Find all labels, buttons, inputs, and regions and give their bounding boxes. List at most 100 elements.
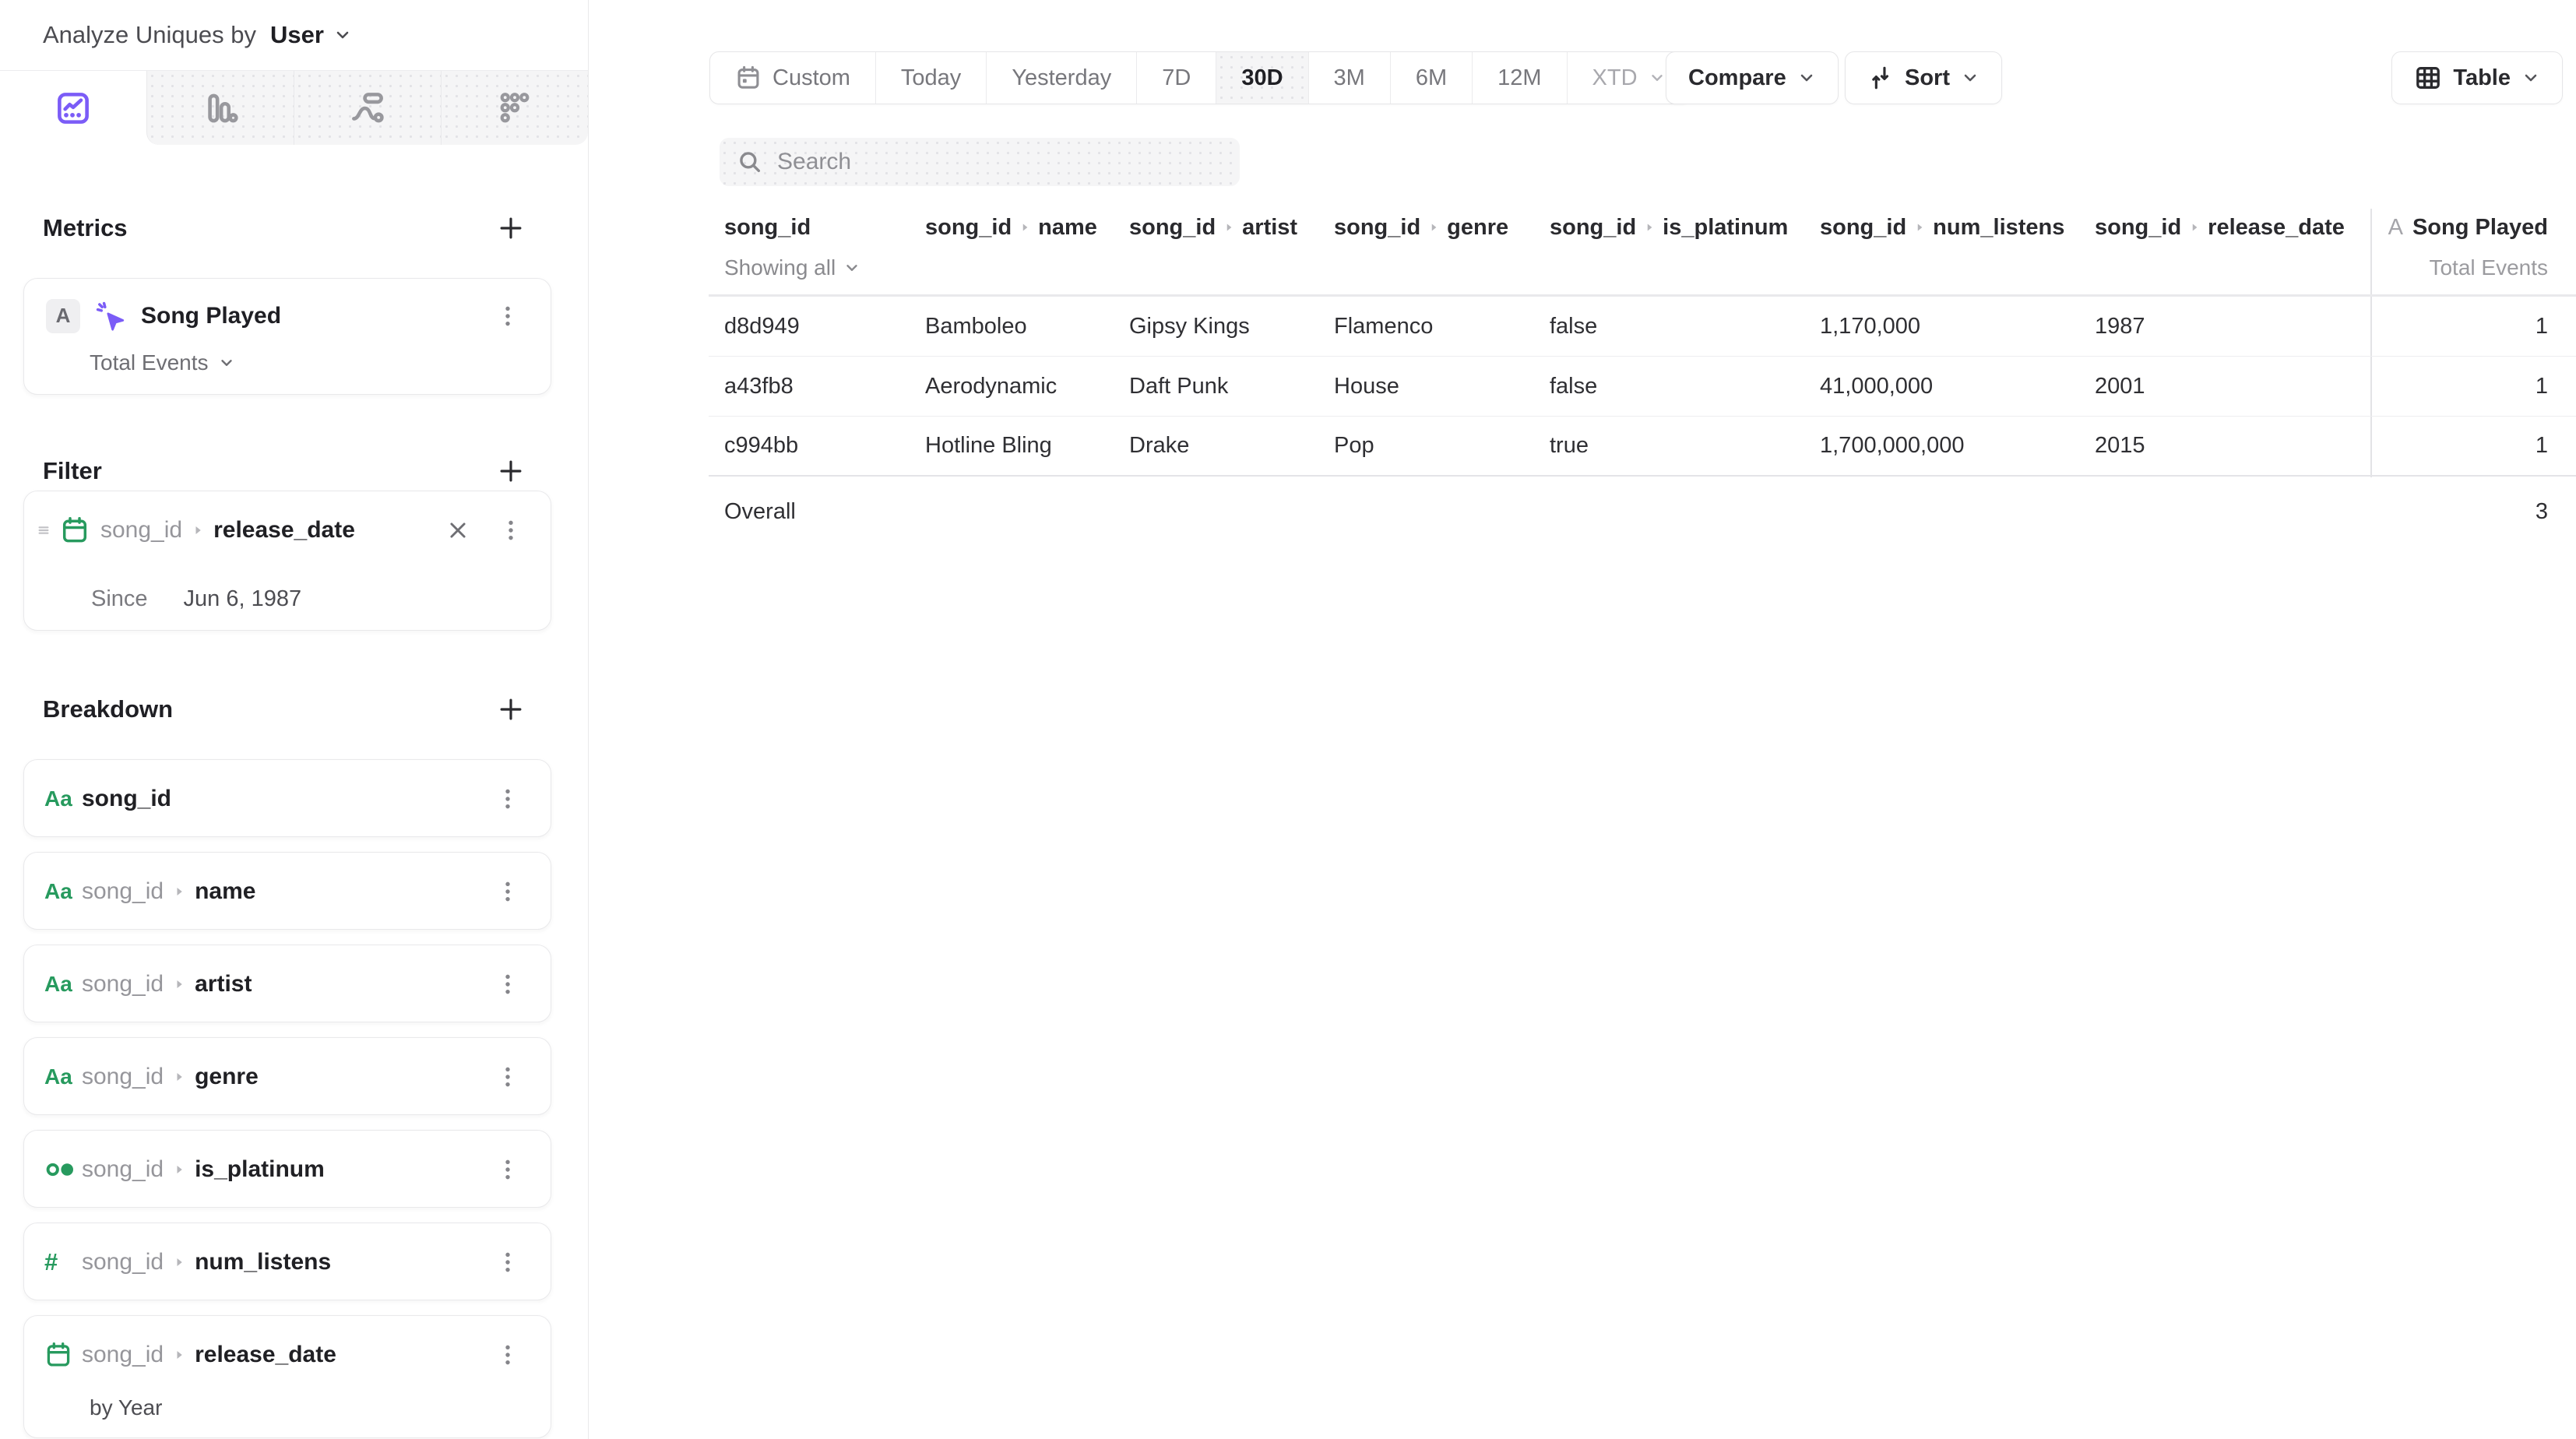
column-header-song-id[interactable]: song_id [724,215,811,241]
breakdown-property-name: song_id [82,786,171,812]
breakdown-kebab-menu[interactable] [494,1342,521,1368]
chevron-down-icon [1797,69,1816,87]
table-row[interactable]: c994bb Hotline Bling Drake Pop true 1,70… [709,417,2576,477]
dots-funnel-icon [497,90,533,126]
filter-card[interactable]: song_id release_date Since Jun 6, 1987 [23,491,551,631]
column-parent: song_id [1334,215,1420,240]
metric-column-badge: A [2388,215,2403,240]
column-parent: song_id [1820,215,1906,240]
cell-song-id: d8d949 [724,297,800,356]
add-metric-button[interactable] [496,213,526,243]
bar-chart-icon [202,90,238,126]
boolean-type-icon [44,1158,82,1181]
metric-card[interactable]: A Song Played Total Events [23,278,551,395]
add-breakdown-button[interactable] [496,695,526,724]
table-row[interactable]: a43fb8 Aerodynamic Daft Punk House false… [709,357,2576,417]
breakdown-card-name[interactable]: Aa song_id name [23,852,551,930]
breakdown-kebab-menu[interactable] [494,1156,521,1183]
breakdown-bucket-setting[interactable]: by Year [90,1395,162,1420]
entity-selector[interactable]: User [270,21,324,49]
filter-operator[interactable]: Since [91,586,148,612]
filter-value[interactable]: Jun 6, 1987 [184,586,302,612]
metric-card-main-row: A Song Played [24,279,551,353]
breakdown-section-header: Breakdown [0,690,588,729]
date-range-custom[interactable]: Custom [710,52,875,104]
date-range-3m[interactable]: 3M [1308,52,1390,104]
metric-column-header[interactable]: ASong Played [2388,215,2548,241]
property-arrow-icon [1913,215,1927,240]
breakdown-kebab-menu[interactable] [494,1249,521,1275]
breakdown-kebab-menu[interactable] [494,971,521,997]
search-input[interactable] [777,149,1223,175]
showing-all-dropdown[interactable]: Showing all [724,255,860,280]
tab-bar-chart[interactable] [146,71,294,145]
metrics-title: Metrics [43,214,128,242]
property-arrow-icon [171,1254,187,1270]
tab-line-chart[interactable] [0,71,146,145]
column-header-artist[interactable]: song_idartist [1129,215,1297,241]
column-header-num-listens[interactable]: song_id num_listens [1820,215,2064,241]
breakdown-kebab-menu[interactable] [494,878,521,905]
tab-flow[interactable] [294,71,441,145]
table-row[interactable]: d8d949 Bamboleo Gipsy Kings Flamenco fal… [709,297,2576,357]
column-header-release-date[interactable]: song_idrelease_date [2095,215,2345,241]
add-filter-button[interactable] [496,456,526,486]
sort-button[interactable]: Sort [1845,51,2002,104]
date-range-6m[interactable]: 6M [1390,52,1472,104]
breakdown-row: Aa song_id name [24,853,551,931]
breakdown-card-release-date[interactable]: song_id release_date by Year [23,1315,551,1438]
table-search[interactable] [720,138,1240,186]
metric-badge: A [46,299,80,333]
breakdown-card-song-id[interactable]: Aa song_id [23,759,551,837]
cell-name: Aerodynamic [925,357,1057,416]
column-header-genre[interactable]: song_idgenre [1334,215,1508,241]
filter-kebab-menu[interactable] [498,517,524,544]
breakdown-kebab-menu[interactable] [494,786,521,812]
filter-title: Filter [43,457,102,485]
breakdown-card-genre[interactable]: Aa song_id genre [23,1037,551,1115]
column-header-is-platinum[interactable]: song_idis_platinum [1550,215,1788,241]
table-overall-row: Overall 3 [709,478,2576,545]
date-range-control: Custom Today Yesterday 7D 30D 3M 6M 12M … [709,51,1691,104]
metric-kebab-menu[interactable] [494,303,521,329]
results-panel: Custom Today Yesterday 7D 30D 3M 6M 12M … [589,0,2576,1439]
property-arrow-icon [1018,215,1032,240]
breakdown-row: Aa song_id genre [24,1038,551,1116]
date-range-today[interactable]: Today [875,52,986,104]
calendar-icon [60,515,100,545]
overall-label: Overall [724,478,796,545]
date-range-7d[interactable]: 7D [1136,52,1216,104]
measure-dropdown[interactable]: Total Events [90,350,235,375]
column-name: name [1038,215,1097,240]
cell-num-listens: 1,170,000 [1820,297,1920,356]
compare-button[interactable]: Compare [1666,51,1839,104]
filter-property-name: release_date [213,517,355,544]
column-name: num_listens [1933,215,2064,240]
property-arrow-icon [171,1069,187,1085]
search-icon [737,149,763,175]
view-type-button[interactable]: Table [2391,51,2563,104]
cell-is-platinum: false [1550,297,1597,356]
breakdown-card-num-listens[interactable]: # song_id num_listens [23,1223,551,1300]
chevron-down-icon[interactable] [333,26,352,44]
date-range-30d[interactable]: 30D [1216,52,1307,104]
text-type-icon: Aa [44,786,82,811]
column-header-name[interactable]: song_idname [925,215,1097,241]
date-range-12m[interactable]: 12M [1472,52,1566,104]
breakdown-property-name: genre [195,1064,259,1090]
property-arrow-icon [171,884,187,899]
drag-handle-icon[interactable] [33,520,54,540]
date-range-yesterday[interactable]: Yesterday [986,52,1136,104]
chevron-down-icon [1961,69,1980,87]
breakdown-card-is-platinum[interactable]: song_id is_platinum [23,1130,551,1208]
tab-funnel-dots[interactable] [441,71,588,145]
chevron-down-icon [843,259,860,276]
breakdown-row: # song_id num_listens [24,1223,551,1301]
cell-release-date: 2015 [2095,417,2145,475]
cell-is-platinum: false [1550,357,1597,416]
breakdown-card-artist[interactable]: Aa song_id artist [23,945,551,1022]
breakdown-kebab-menu[interactable] [494,1064,521,1090]
cell-metric-value: 1 [2536,357,2548,416]
date-range-label: XTD [1592,65,1638,91]
remove-filter-button[interactable] [446,519,470,542]
